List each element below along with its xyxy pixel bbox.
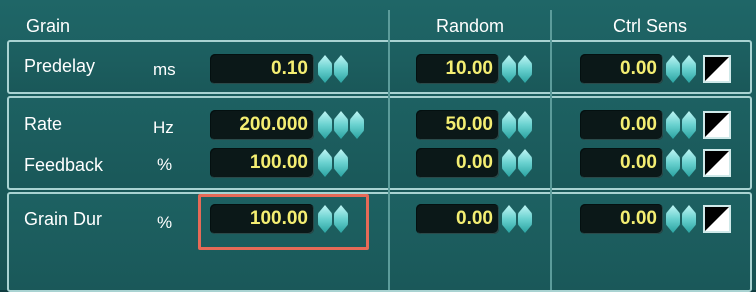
rate-label: Rate: [24, 114, 63, 134]
feedback-value-field[interactable]: 100.00: [210, 148, 314, 178]
step-down-icon[interactable]: [502, 149, 516, 177]
feedback-label: Feedback: [24, 155, 104, 175]
feedback-ctrl-value: 0.00: [620, 152, 657, 173]
grain-dur-random-value: 0.00: [456, 208, 493, 229]
grain-dur-label: Grain Dur: [24, 209, 103, 229]
step-up-icon[interactable]: [518, 55, 532, 83]
feedback-ctrl-stepper[interactable]: [666, 149, 696, 179]
feedback-stepper[interactable]: [318, 149, 348, 179]
step-up-icon[interactable]: [518, 205, 532, 233]
step-up-icon[interactable]: [682, 111, 696, 139]
grain-dur-ctrl-value: 0.00: [620, 208, 657, 229]
rate-ctrl-sens-toggle-icon[interactable]: [703, 111, 731, 139]
selection-highlight: [198, 194, 369, 250]
grain-dur-unit: %: [157, 213, 173, 232]
step-up-icon[interactable]: [518, 149, 532, 177]
rate-random-value: 50.00: [445, 114, 493, 135]
feedback-ctrl-field[interactable]: 0.00: [580, 148, 663, 178]
grain-dur-ctrl-sens-toggle-icon[interactable]: [703, 205, 731, 233]
predelay-value: 0.10: [271, 58, 308, 79]
step-down-icon[interactable]: [666, 55, 680, 83]
predelay-ctrl-stepper[interactable]: [666, 55, 696, 85]
predelay-random-field[interactable]: 10.00: [416, 54, 499, 84]
step-up-icon[interactable]: [334, 149, 348, 177]
predelay-label: Predelay: [24, 56, 96, 76]
rate-stepper[interactable]: [318, 111, 364, 141]
feedback-random-stepper[interactable]: [502, 149, 532, 179]
step-down-icon[interactable]: [666, 149, 680, 177]
step-up-icon[interactable]: [682, 149, 696, 177]
step-down-icon[interactable]: [502, 55, 516, 83]
step-down-icon[interactable]: [666, 111, 680, 139]
step-up-icon[interactable]: [518, 111, 532, 139]
grain-dur-random-field[interactable]: 0.00: [416, 204, 499, 234]
grain-dur-ctrl-field[interactable]: 0.00: [580, 204, 663, 234]
step-down-icon[interactable]: [502, 111, 516, 139]
step-down-icon[interactable]: [502, 205, 516, 233]
step-down-icon[interactable]: [318, 55, 332, 83]
grain-dur-ctrl-stepper[interactable]: [666, 205, 696, 235]
predelay-random-value: 10.00: [445, 58, 493, 79]
rate-unit: Hz: [153, 118, 174, 137]
predelay-ctrl-field[interactable]: 0.00: [580, 54, 663, 84]
predelay-stepper[interactable]: [318, 55, 348, 85]
column-divider: [550, 10, 552, 290]
feedback-ctrl-sens-toggle-icon[interactable]: [703, 149, 731, 177]
feedback-unit: %: [157, 155, 173, 174]
predelay-random-stepper[interactable]: [502, 55, 532, 85]
feedback-value: 100.00: [249, 152, 308, 173]
feedback-random-value: 0.00: [456, 152, 493, 173]
step-up-icon[interactable]: [350, 111, 364, 139]
rate-value: 200.000: [239, 114, 308, 135]
step-down-icon[interactable]: [318, 149, 332, 177]
predelay-value-field[interactable]: 0.10: [210, 54, 314, 84]
rate-ctrl-stepper[interactable]: [666, 111, 696, 141]
step-up-icon[interactable]: [682, 55, 696, 83]
rate-value-field[interactable]: 200.000: [210, 110, 314, 140]
rate-random-field[interactable]: 50.00: [416, 110, 499, 140]
grain-panel: Grain Random Ctrl Sens Predelay ms 0.10 …: [0, 0, 756, 292]
step-up-icon[interactable]: [682, 205, 696, 233]
column-divider: [388, 10, 390, 290]
predelay-unit: ms: [153, 60, 176, 79]
rate-random-stepper[interactable]: [502, 111, 532, 141]
rate-ctrl-value: 0.00: [620, 114, 657, 135]
step-down-icon[interactable]: [666, 205, 680, 233]
predelay-ctrl-sens-toggle-icon[interactable]: [703, 55, 731, 83]
feedback-random-field[interactable]: 0.00: [416, 148, 499, 178]
step-coarse-icon[interactable]: [318, 111, 332, 139]
step-up-icon[interactable]: [334, 55, 348, 83]
grain-dur-random-stepper[interactable]: [502, 205, 532, 235]
rate-ctrl-field[interactable]: 0.00: [580, 110, 663, 140]
step-down-icon[interactable]: [334, 111, 348, 139]
predelay-ctrl-value: 0.00: [620, 58, 657, 79]
